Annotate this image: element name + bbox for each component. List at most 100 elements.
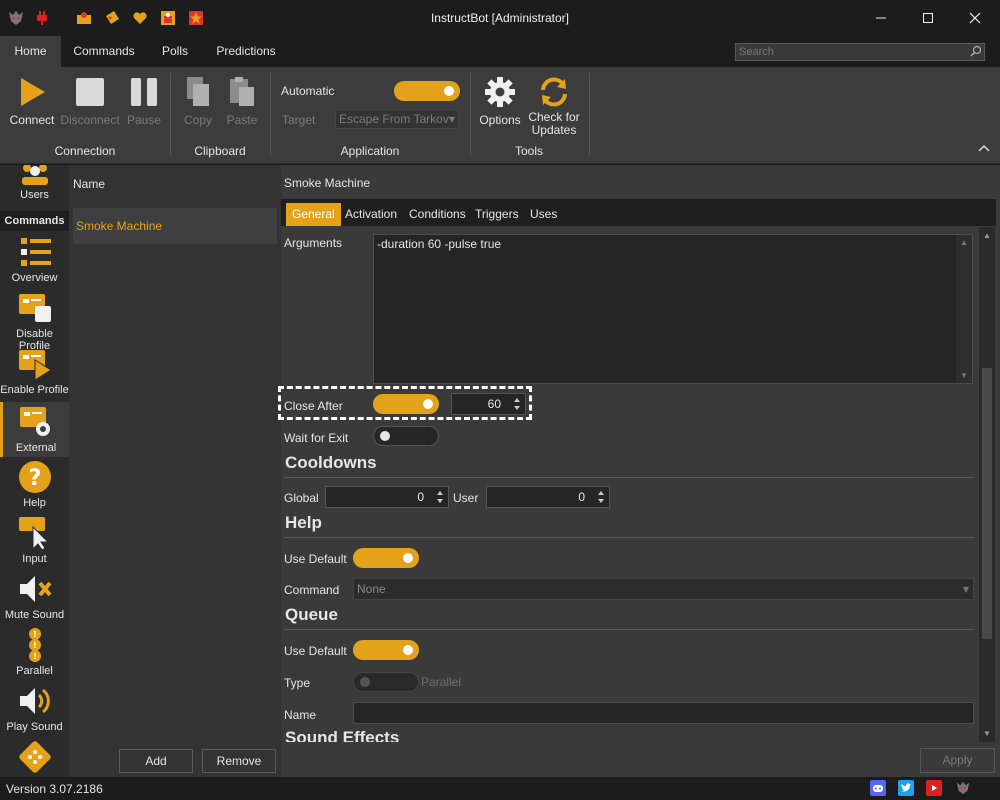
disconnect-button[interactable]: Disconnect (60, 75, 120, 127)
wait-for-exit-toggle[interactable] (373, 426, 439, 446)
sidebar-item-parallel[interactable]: !!! Parallel (0, 627, 69, 679)
youtube-icon[interactable] (926, 780, 942, 796)
options-button[interactable]: Options (478, 75, 522, 127)
scrollbar-thumb[interactable] (982, 368, 992, 639)
paste-button[interactable]: Paste (222, 75, 262, 127)
add-button[interactable]: Add (119, 749, 193, 773)
arguments-scrollbar[interactable]: ▲ ▼ (956, 235, 972, 383)
apply-button[interactable]: Apply (920, 748, 995, 773)
name-input[interactable] (353, 702, 974, 724)
options-label: Options (479, 113, 521, 127)
minimize-button[interactable] (858, 4, 904, 32)
automatic-toggle[interactable] (394, 81, 460, 101)
list-item[interactable]: Smoke Machine (73, 208, 277, 244)
sidebar-item-play-sound[interactable]: Play Sound (0, 683, 69, 735)
divider (284, 629, 974, 630)
status-bar: Version 3.07.2186 (0, 777, 1000, 800)
detail-scrollbar[interactable]: ▲ ▼ (979, 227, 995, 742)
close-button[interactable] (952, 4, 998, 32)
ribbon: Connect Disconnect Pause Connection Copy… (0, 67, 1000, 164)
type-toggle[interactable] (353, 672, 419, 692)
tab-activation[interactable]: Activation (339, 203, 403, 226)
sidebar-item-users[interactable]: Users (0, 165, 69, 209)
scroll-down-icon[interactable]: ▼ (960, 371, 968, 380)
sidebar-item-enable-profile[interactable]: Enable Profile (0, 346, 69, 398)
queue-use-default-toggle[interactable] (353, 640, 419, 660)
sidebar-item-mute-sound[interactable]: Mute Sound (0, 571, 69, 623)
menu-bar: Home Commands Polls Predictions (0, 36, 1000, 67)
sidebar-item-label: Enable Profile (0, 384, 69, 396)
pause-icon (127, 75, 161, 109)
twitter-icon[interactable] (898, 780, 914, 796)
sidebar-item-overview[interactable]: Overview (0, 234, 69, 286)
global-cooldown-input[interactable]: 0 (325, 486, 449, 508)
detail-tabs: General Activation Conditions Triggers U… (281, 199, 996, 226)
help-use-default-toggle[interactable] (353, 548, 419, 568)
scroll-up-icon[interactable]: ▲ (960, 238, 968, 247)
list-column-header[interactable]: Name (73, 177, 105, 191)
group-connection-label: Connection (54, 144, 116, 158)
connect-label: Connect (9, 113, 55, 127)
tab-home[interactable]: Home (0, 36, 61, 67)
arguments-textarea[interactable]: -duration 60 -pulse true ▲ ▼ (373, 234, 973, 384)
scroll-up-icon[interactable]: ▲ (983, 231, 991, 240)
tab-uses[interactable]: Uses (524, 203, 563, 226)
ribbon-separator (470, 73, 471, 155)
sidebar-item-label: Parallel (16, 665, 53, 677)
spin-arrows-icon[interactable] (595, 488, 607, 506)
discord-icon[interactable] (870, 780, 886, 796)
help-icon: ? (17, 459, 53, 495)
search-icon[interactable] (970, 45, 982, 57)
sidebar-item-dice[interactable] (0, 739, 69, 777)
play-icon (15, 75, 49, 109)
scroll-down-icon[interactable]: ▼ (983, 729, 991, 738)
name-label: Name (284, 708, 317, 722)
dice-icon (17, 739, 53, 775)
global-value: 0 (417, 490, 424, 504)
paste-icon (225, 75, 259, 109)
users-icon (17, 165, 53, 187)
tab-conditions[interactable]: Conditions (403, 203, 472, 226)
sidebar-item-input[interactable]: Input (0, 515, 69, 567)
tab-predictions[interactable]: Predictions (212, 36, 280, 67)
sidebar-item-external[interactable]: External (0, 402, 69, 457)
command-select[interactable]: None ▾ (353, 578, 974, 600)
list-icon (17, 234, 53, 270)
remove-button[interactable]: Remove (202, 749, 276, 773)
svg-text:!: ! (33, 641, 37, 650)
pause-button[interactable]: Pause (122, 75, 166, 127)
tab-triggers[interactable]: Triggers (469, 203, 525, 226)
search-input[interactable] (735, 43, 985, 61)
app-logo-icon[interactable] (955, 780, 971, 796)
check-updates-button[interactable]: Check for Updates (526, 75, 582, 137)
sidebar-item-help[interactable]: ? Help (0, 459, 69, 511)
sidebar-item-label: Users (20, 189, 49, 201)
sidebar-item-label: Input (22, 553, 47, 565)
use-default-label: Use Default (284, 552, 347, 566)
paste-label: Paste (226, 113, 258, 127)
highlight-box (278, 386, 532, 420)
wait-for-exit-label: Wait for Exit (284, 431, 349, 445)
title-bar: InstructBot [Administrator] (0, 0, 1000, 36)
svg-text:!: ! (33, 630, 37, 639)
version-text: Version 3.07.2186 (6, 782, 103, 796)
tab-general[interactable]: General (286, 203, 341, 226)
user-cooldown-input[interactable]: 0 (486, 486, 610, 508)
sidebar-item-label: External (15, 442, 57, 454)
sidebar-item-disable-profile[interactable]: Disable Profile (0, 290, 69, 352)
target-select[interactable]: Escape From Tarkov ▾ (335, 109, 459, 129)
group-clipboard-label: Clipboard (194, 144, 246, 158)
sidebar-item-label: Mute Sound (4, 609, 65, 621)
tab-commands[interactable]: Commands (66, 36, 142, 67)
maximize-button[interactable] (905, 4, 951, 32)
spin-arrows-icon[interactable] (434, 488, 446, 506)
copy-button[interactable]: Copy (178, 75, 218, 127)
command-label: Command (284, 583, 340, 597)
tab-polls[interactable]: Polls (150, 36, 200, 67)
user-value: 0 (578, 490, 585, 504)
queue-header: Queue (285, 605, 338, 624)
sidebar: Users Commands Overview Disable Profile … (0, 165, 69, 777)
connect-button[interactable]: Connect (8, 75, 56, 127)
copy-icon (181, 75, 215, 109)
collapse-ribbon-icon[interactable] (978, 143, 990, 153)
